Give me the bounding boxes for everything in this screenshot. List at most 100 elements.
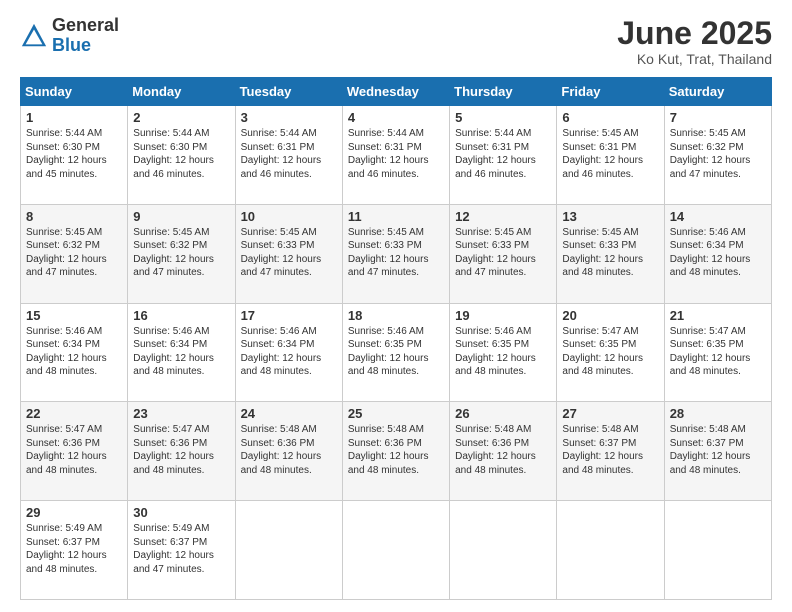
day-number: 16 [133,308,229,323]
day-number: 20 [562,308,658,323]
table-row: 29 Sunrise: 5:49 AMSunset: 6:37 PMDaylig… [21,501,128,600]
day-number: 8 [26,209,122,224]
table-row [342,501,449,600]
table-row: 28 Sunrise: 5:48 AMSunset: 6:37 PMDaylig… [664,402,771,501]
table-row: 21 Sunrise: 5:47 AMSunset: 6:35 PMDaylig… [664,303,771,402]
day-number: 27 [562,406,658,421]
day-number: 5 [455,110,551,125]
day-number: 24 [241,406,337,421]
day-number: 22 [26,406,122,421]
day-info: Sunrise: 5:46 AMSunset: 6:34 PMDaylight:… [26,326,107,378]
day-number: 30 [133,505,229,520]
day-info: Sunrise: 5:45 AMSunset: 6:32 PMDaylight:… [26,227,107,279]
day-info: Sunrise: 5:45 AMSunset: 6:33 PMDaylight:… [562,227,643,279]
day-number: 25 [348,406,444,421]
day-info: Sunrise: 5:46 AMSunset: 6:34 PMDaylight:… [241,326,322,378]
day-info: Sunrise: 5:47 AMSunset: 6:35 PMDaylight:… [562,326,643,378]
table-row [450,501,557,600]
table-row: 17 Sunrise: 5:46 AMSunset: 6:34 PMDaylig… [235,303,342,402]
day-number: 1 [26,110,122,125]
day-number: 29 [26,505,122,520]
day-info: Sunrise: 5:44 AMSunset: 6:30 PMDaylight:… [133,128,214,180]
table-row: 16 Sunrise: 5:46 AMSunset: 6:34 PMDaylig… [128,303,235,402]
day-number: 3 [241,110,337,125]
table-row [235,501,342,600]
day-number: 19 [455,308,551,323]
calendar-week-row: 29 Sunrise: 5:49 AMSunset: 6:37 PMDaylig… [21,501,772,600]
table-row: 4 Sunrise: 5:44 AMSunset: 6:31 PMDayligh… [342,106,449,205]
day-number: 26 [455,406,551,421]
day-number: 17 [241,308,337,323]
day-number: 7 [670,110,766,125]
title-block: June 2025 Ko Kut, Trat, Thailand [617,16,772,67]
header: General Blue June 2025 Ko Kut, Trat, Tha… [20,16,772,67]
calendar-week-row: 15 Sunrise: 5:46 AMSunset: 6:34 PMDaylig… [21,303,772,402]
day-info: Sunrise: 5:45 AMSunset: 6:31 PMDaylight:… [562,128,643,180]
day-info: Sunrise: 5:48 AMSunset: 6:37 PMDaylight:… [670,424,751,476]
day-number: 12 [455,209,551,224]
day-number: 6 [562,110,658,125]
weekday-header-row: Sunday Monday Tuesday Wednesday Thursday… [21,78,772,106]
day-number: 9 [133,209,229,224]
table-row: 27 Sunrise: 5:48 AMSunset: 6:37 PMDaylig… [557,402,664,501]
table-row: 12 Sunrise: 5:45 AMSunset: 6:33 PMDaylig… [450,204,557,303]
day-number: 2 [133,110,229,125]
day-number: 4 [348,110,444,125]
calendar-table: Sunday Monday Tuesday Wednesday Thursday… [20,77,772,600]
day-info: Sunrise: 5:48 AMSunset: 6:36 PMDaylight:… [348,424,429,476]
table-row: 30 Sunrise: 5:49 AMSunset: 6:37 PMDaylig… [128,501,235,600]
day-info: Sunrise: 5:45 AMSunset: 6:33 PMDaylight:… [348,227,429,279]
header-saturday: Saturday [664,78,771,106]
day-info: Sunrise: 5:44 AMSunset: 6:31 PMDaylight:… [348,128,429,180]
table-row: 3 Sunrise: 5:44 AMSunset: 6:31 PMDayligh… [235,106,342,205]
day-info: Sunrise: 5:47 AMSunset: 6:35 PMDaylight:… [670,326,751,378]
day-info: Sunrise: 5:48 AMSunset: 6:37 PMDaylight:… [562,424,643,476]
day-info: Sunrise: 5:48 AMSunset: 6:36 PMDaylight:… [241,424,322,476]
table-row: 25 Sunrise: 5:48 AMSunset: 6:36 PMDaylig… [342,402,449,501]
day-info: Sunrise: 5:45 AMSunset: 6:33 PMDaylight:… [241,227,322,279]
table-row: 18 Sunrise: 5:46 AMSunset: 6:35 PMDaylig… [342,303,449,402]
header-tuesday: Tuesday [235,78,342,106]
page: General Blue June 2025 Ko Kut, Trat, Tha… [0,0,792,612]
table-row: 8 Sunrise: 5:45 AMSunset: 6:32 PMDayligh… [21,204,128,303]
table-row: 24 Sunrise: 5:48 AMSunset: 6:36 PMDaylig… [235,402,342,501]
day-info: Sunrise: 5:49 AMSunset: 6:37 PMDaylight:… [133,523,214,575]
month-title: June 2025 [617,16,772,51]
day-number: 14 [670,209,766,224]
logo-icon [20,22,48,50]
header-friday: Friday [557,78,664,106]
table-row [664,501,771,600]
day-number: 15 [26,308,122,323]
table-row: 2 Sunrise: 5:44 AMSunset: 6:30 PMDayligh… [128,106,235,205]
table-row: 11 Sunrise: 5:45 AMSunset: 6:33 PMDaylig… [342,204,449,303]
day-info: Sunrise: 5:48 AMSunset: 6:36 PMDaylight:… [455,424,536,476]
day-info: Sunrise: 5:47 AMSunset: 6:36 PMDaylight:… [133,424,214,476]
logo-blue-text: Blue [52,35,91,55]
table-row: 15 Sunrise: 5:46 AMSunset: 6:34 PMDaylig… [21,303,128,402]
day-info: Sunrise: 5:46 AMSunset: 6:35 PMDaylight:… [348,326,429,378]
calendar-week-row: 8 Sunrise: 5:45 AMSunset: 6:32 PMDayligh… [21,204,772,303]
table-row: 9 Sunrise: 5:45 AMSunset: 6:32 PMDayligh… [128,204,235,303]
calendar-week-row: 22 Sunrise: 5:47 AMSunset: 6:36 PMDaylig… [21,402,772,501]
day-number: 23 [133,406,229,421]
day-number: 18 [348,308,444,323]
table-row: 6 Sunrise: 5:45 AMSunset: 6:31 PMDayligh… [557,106,664,205]
day-info: Sunrise: 5:44 AMSunset: 6:31 PMDaylight:… [241,128,322,180]
day-info: Sunrise: 5:47 AMSunset: 6:36 PMDaylight:… [26,424,107,476]
day-info: Sunrise: 5:45 AMSunset: 6:32 PMDaylight:… [670,128,751,180]
table-row: 22 Sunrise: 5:47 AMSunset: 6:36 PMDaylig… [21,402,128,501]
day-info: Sunrise: 5:46 AMSunset: 6:34 PMDaylight:… [133,326,214,378]
table-row: 26 Sunrise: 5:48 AMSunset: 6:36 PMDaylig… [450,402,557,501]
day-info: Sunrise: 5:46 AMSunset: 6:34 PMDaylight:… [670,227,751,279]
day-number: 11 [348,209,444,224]
table-row: 19 Sunrise: 5:46 AMSunset: 6:35 PMDaylig… [450,303,557,402]
table-row: 13 Sunrise: 5:45 AMSunset: 6:33 PMDaylig… [557,204,664,303]
day-number: 10 [241,209,337,224]
table-row: 23 Sunrise: 5:47 AMSunset: 6:36 PMDaylig… [128,402,235,501]
day-info: Sunrise: 5:44 AMSunset: 6:30 PMDaylight:… [26,128,107,180]
day-number: 28 [670,406,766,421]
day-info: Sunrise: 5:46 AMSunset: 6:35 PMDaylight:… [455,326,536,378]
day-info: Sunrise: 5:45 AMSunset: 6:33 PMDaylight:… [455,227,536,279]
header-monday: Monday [128,78,235,106]
table-row: 20 Sunrise: 5:47 AMSunset: 6:35 PMDaylig… [557,303,664,402]
